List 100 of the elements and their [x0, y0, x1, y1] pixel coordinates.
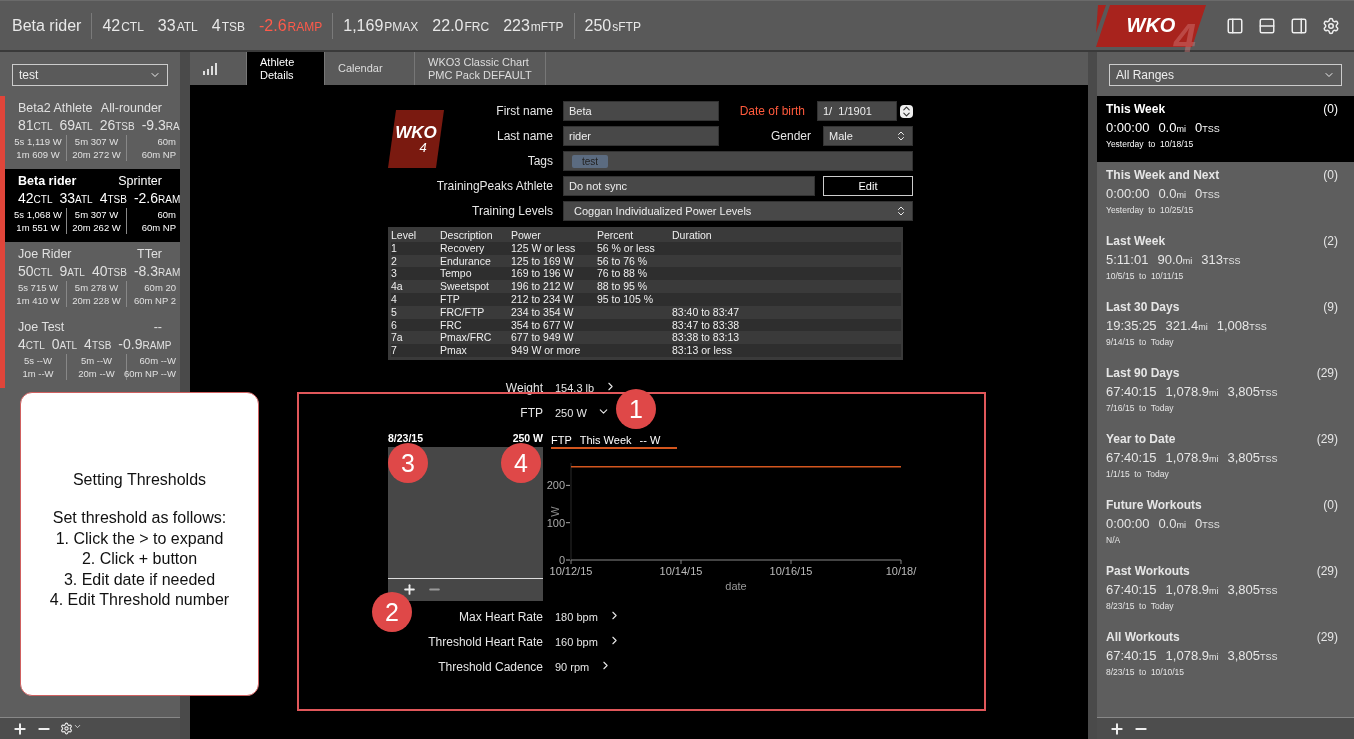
power-value: 5s --W: [24, 354, 52, 367]
range-count: (9): [1323, 300, 1338, 314]
athlete-stat: 40TSB: [91, 263, 127, 279]
range-title: Last Week: [1106, 234, 1166, 248]
field-label: Threshold Cadence: [438, 660, 543, 675]
power-value: 20m 272 W: [72, 148, 121, 161]
table-cell-text: Pmax/FRC: [440, 331, 493, 345]
range-stat: 0.0mi: [1158, 120, 1186, 135]
range-title: Last 30 Days: [1106, 300, 1180, 314]
range-dates: N/A: [1106, 535, 1122, 545]
metric: 33ATL: [157, 16, 198, 35]
field-label: Threshold Heart Rate: [428, 635, 543, 650]
power-value: 1m --W: [22, 367, 54, 380]
athlete-name: Joe Rider: [18, 247, 72, 261]
range-dates: 1/1/15 to Today: [1106, 469, 1170, 479]
athlete-stat: -2.6RAM: [133, 190, 181, 206]
power-value: 5m --W: [80, 354, 113, 367]
legend-range: This Week: [579, 433, 632, 446]
power-value: 60m NP: [141, 221, 176, 234]
power-value: 20m --W: [78, 367, 115, 380]
callout-line: 2. Click + button: [81, 549, 198, 569]
field-label: First name: [495, 103, 553, 120]
range-dates: 9/14/15 to Today: [1106, 337, 1175, 347]
range-stat: 1,008TSS: [1216, 318, 1267, 333]
column-header: Percent: [597, 229, 635, 242]
range-stat: 0TSS: [1194, 120, 1220, 135]
metric: -2.6RAMP: [259, 16, 323, 35]
y-tick-label: 200: [546, 479, 565, 492]
power-value: 5m 307 W: [74, 135, 119, 148]
range-count: (0): [1323, 102, 1338, 116]
table-cell-text: 7a: [391, 331, 404, 345]
metric: 4TSB: [211, 16, 245, 35]
power-value: 60m --W: [139, 354, 176, 367]
power-value: 20m 228 W: [72, 294, 121, 307]
range-stat: 313TSS: [1201, 252, 1241, 267]
range-stat: 3,805TSS: [1227, 582, 1278, 597]
field-label: FTP: [520, 406, 543, 421]
range-count: (29): [1316, 366, 1338, 380]
table-cell-text: 125 to 169 W: [511, 254, 575, 268]
range-stat: 67:40:15: [1106, 450, 1157, 465]
table-cell-text: 56 % or less: [597, 241, 656, 255]
athlete-name: Beta rider: [12, 16, 83, 35]
table-cell-text: 212 to 234 W: [511, 293, 575, 306]
table-cell-text: 56 to 76 %: [597, 254, 649, 268]
field-label: Training Levels: [471, 203, 553, 220]
table-cell-text: 3: [391, 267, 398, 281]
table-cell-text: 2: [391, 254, 398, 268]
table-cell-text: 76 to 88 %: [597, 267, 649, 281]
metric: 223mFTP: [503, 16, 564, 35]
x-tick-label: 10/18/: [885, 564, 917, 577]
table-cell-text: Pmax: [440, 344, 468, 357]
athlete-name: Beta rider: [18, 174, 77, 188]
range-title: All Workouts: [1106, 630, 1180, 644]
athlete-stat: -0.9RAMP: [118, 336, 172, 352]
range-title: This Week: [1106, 102, 1166, 116]
column-header: Power: [511, 229, 542, 242]
callout-line: 3. Edit date if needed: [63, 569, 216, 590]
range-title: This Week and Next: [1106, 168, 1220, 182]
table-cell-text: 169 to 196 W: [511, 267, 575, 281]
table-cell-text: 354 to 677 W: [511, 318, 575, 332]
power-value: 60m NP: [141, 148, 176, 161]
metric: 1,169PMAX: [343, 16, 419, 35]
range-stat: 0TSS: [1194, 186, 1220, 201]
athlete-type: All-rounder: [100, 101, 162, 115]
athlete-stat: 4CTL: [18, 336, 45, 352]
power-value: 5m 278 W: [74, 281, 119, 294]
x-axis-title: date: [725, 579, 747, 592]
range-stat: 3,805TSS: [1227, 450, 1278, 465]
table-cell-text: 125 W or less: [511, 241, 577, 255]
table-cell-text: 88 to 95 %: [597, 280, 649, 293]
table-cell-text: FRC: [440, 318, 463, 332]
athlete-stat: -9.3RA: [141, 117, 180, 133]
table-cell-text: 7: [391, 344, 398, 357]
table-cell-text: 234 to 354 W: [511, 305, 575, 319]
athlete-stat: 33ATL: [59, 190, 93, 206]
power-value: 20m 262 W: [72, 221, 121, 234]
table-cell-text: 5: [391, 305, 398, 319]
range-stat: 5:11:01: [1106, 252, 1149, 267]
power-value: 5m 307 W: [74, 208, 119, 221]
x-tick-label: 10/12/15: [549, 564, 593, 577]
range-dates: 10/5/15 to 10/11/15: [1106, 271, 1185, 281]
metric: 22.0FRC: [432, 16, 490, 35]
range-title: Future Workouts: [1106, 498, 1202, 512]
logo: WKO 4: [388, 110, 444, 168]
field-label: Weight: [505, 381, 543, 396]
power-value: 60m 20: [144, 281, 176, 294]
column-header: Level: [391, 229, 418, 242]
athlete-stat: 4TSB: [84, 336, 112, 352]
range-stat: 1,078.9mi: [1165, 450, 1219, 465]
range-title: Year to Date: [1106, 432, 1176, 446]
callout-line: 4. Edit Threshold number: [49, 590, 230, 610]
range-stat: 0TSS: [1194, 516, 1220, 531]
athlete-type: --: [153, 320, 162, 334]
table-cell-text: FRC/FTP: [440, 305, 486, 319]
callout-line: Set threshold as follows:: [52, 508, 227, 528]
metric: 42CTL: [102, 16, 144, 35]
range-count: (29): [1316, 432, 1338, 446]
range-count: (2): [1323, 234, 1338, 248]
y-tick-label: 0: [558, 553, 565, 566]
range-stat: 3,805TSS: [1227, 648, 1278, 663]
